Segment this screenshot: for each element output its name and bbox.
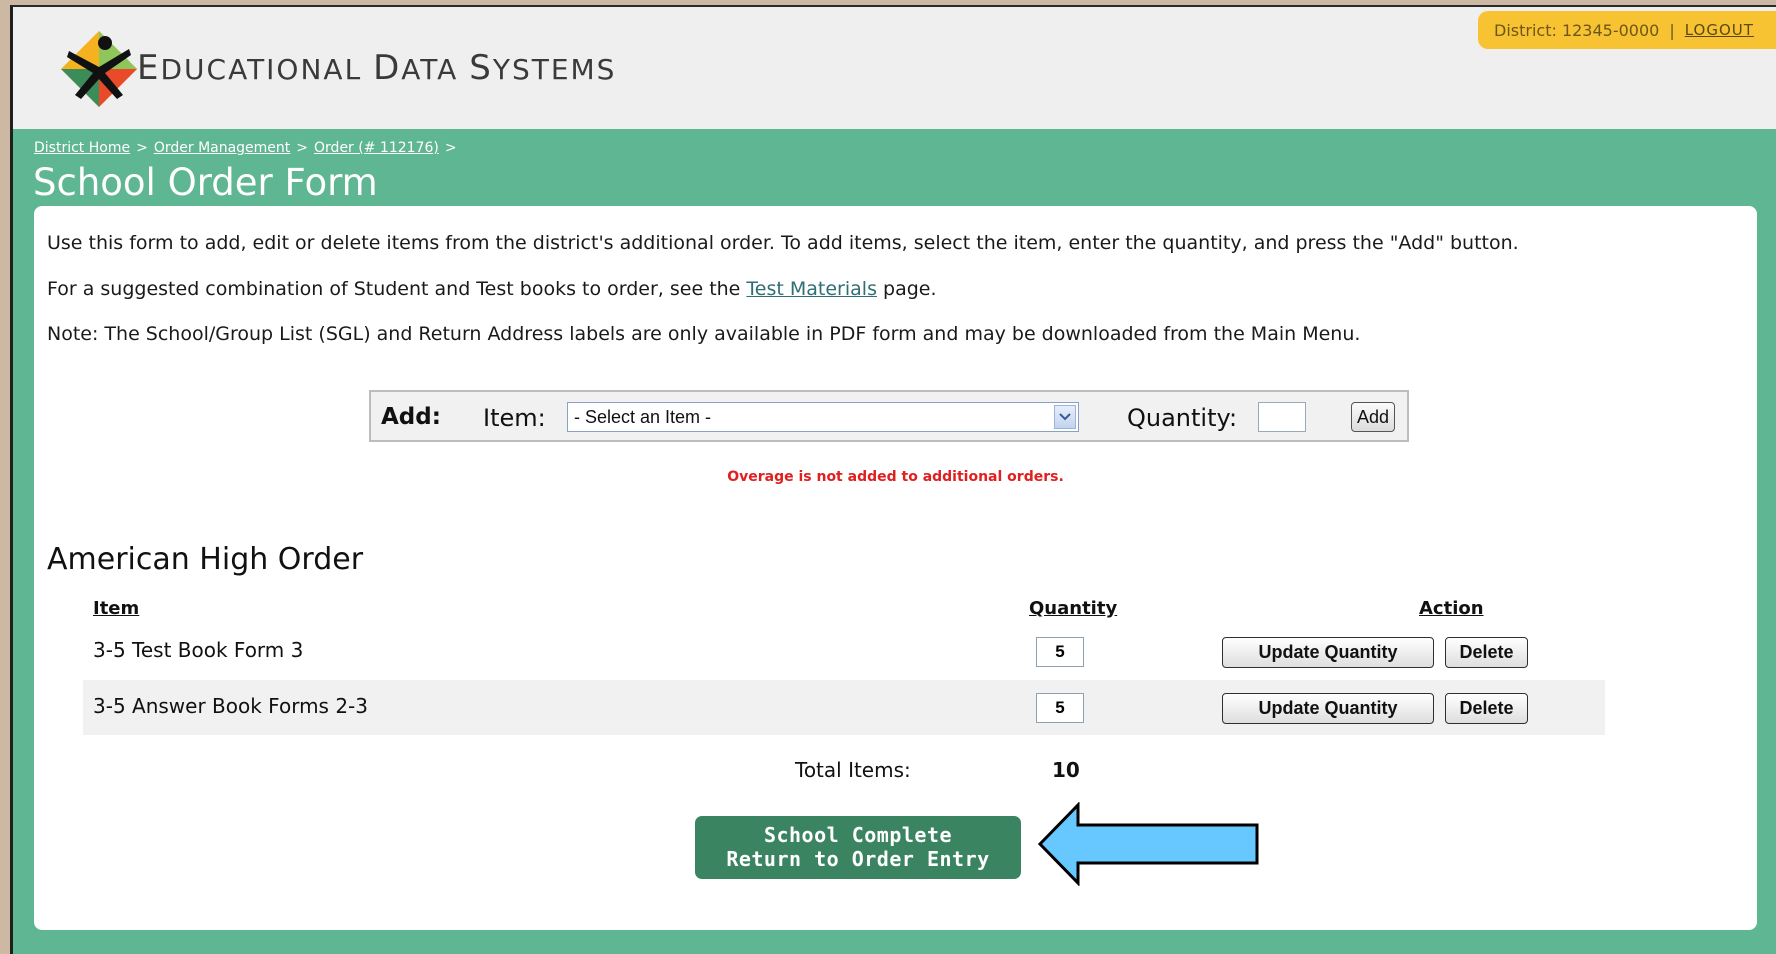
logo-icon [61, 31, 137, 107]
delete-button[interactable]: Delete [1445, 637, 1528, 668]
add-item-form: Add: Item: - Select an Item - Quantity: … [369, 390, 1409, 442]
item-label: Item: [483, 404, 546, 432]
breadcrumb-separator: > [296, 140, 309, 156]
quantity-label: Quantity: [1127, 404, 1238, 432]
main-panel: Use this form to add, edit or delete ite… [34, 206, 1757, 930]
quantity-input[interactable] [1258, 402, 1306, 432]
breadcrumb-district-home[interactable]: District Home [34, 140, 130, 156]
arrow-left-icon [1038, 802, 1259, 886]
test-materials-link[interactable]: Test Materials [746, 278, 877, 300]
total-items-value: 10 [1052, 758, 1080, 782]
breadcrumb-separator: > [444, 140, 457, 156]
site-header: EDUCATIONAL DATA SYSTEMS District: 12345… [13, 7, 1776, 129]
district-tab: District: 12345-0000 | LOGOUT [1478, 11, 1776, 49]
row-item-name: 3-5 Answer Book Forms 2-3 [93, 694, 368, 718]
table-row: 3-5 Answer Book Forms 2-3 5 Update Quant… [83, 680, 1605, 735]
brand-word-1: EDUCATIONAL [137, 48, 363, 88]
district-id: District: 12345-0000 [1494, 20, 1660, 40]
brand-word-3: SYSTEMS [469, 48, 617, 88]
district-separator: | [1669, 20, 1675, 40]
return-to-order-entry-label: Return to Order Entry [726, 847, 990, 871]
total-items-label: Total Items: [795, 758, 911, 782]
column-header-item: Item [93, 598, 140, 619]
breadcrumb-order[interactable]: Order (# 112176) [314, 140, 439, 156]
table-row: 3-5 Test Book Form 3 5 Update Quantity D… [83, 624, 1605, 679]
add-label: Add: [381, 404, 441, 430]
breadcrumb: District Home > Order Management > Order (# … [34, 140, 463, 156]
order-title: American High Order [47, 542, 364, 577]
intro-instructions: Use this form to add, edit or delete ite… [47, 232, 1519, 254]
logout-link[interactable]: LOGOUT [1685, 21, 1754, 39]
update-quantity-button[interactable]: Update Quantity [1222, 693, 1434, 724]
brand-word-2: DATA [373, 48, 459, 88]
intro-suggestion: For a suggested combination of Student a… [47, 278, 937, 300]
app-frame: EDUCATIONAL DATA SYSTEMS District: 12345… [10, 5, 1776, 954]
breadcrumb-separator: > [136, 140, 148, 156]
delete-button[interactable]: Delete [1445, 693, 1528, 724]
breadcrumb-order-management[interactable]: Order Management [154, 140, 290, 156]
school-complete-label: School Complete [763, 823, 953, 847]
row-quantity-input[interactable]: 5 [1036, 637, 1084, 667]
add-button[interactable]: Add [1351, 402, 1395, 432]
column-header-quantity: Quantity [1029, 598, 1118, 619]
column-header-action: Action [1419, 598, 1484, 619]
school-complete-button[interactable]: School Complete Return to Order Entry [695, 816, 1021, 879]
item-select[interactable]: - Select an Item - [567, 402, 1079, 432]
row-quantity-input[interactable]: 5 [1036, 693, 1084, 723]
intro-note: Note: The School/Group List (SGL) and Re… [47, 323, 1361, 345]
overage-warning: Overage is not added to additional order… [727, 469, 1064, 485]
item-select-value: - Select an Item - [574, 407, 712, 427]
chevron-down-icon[interactable] [1054, 405, 1076, 429]
row-item-name: 3-5 Test Book Form 3 [93, 638, 304, 662]
update-quantity-button[interactable]: Update Quantity [1222, 637, 1434, 668]
brand-name: EDUCATIONAL DATA SYSTEMS [137, 48, 616, 88]
page-title: School Order Form [33, 161, 378, 204]
